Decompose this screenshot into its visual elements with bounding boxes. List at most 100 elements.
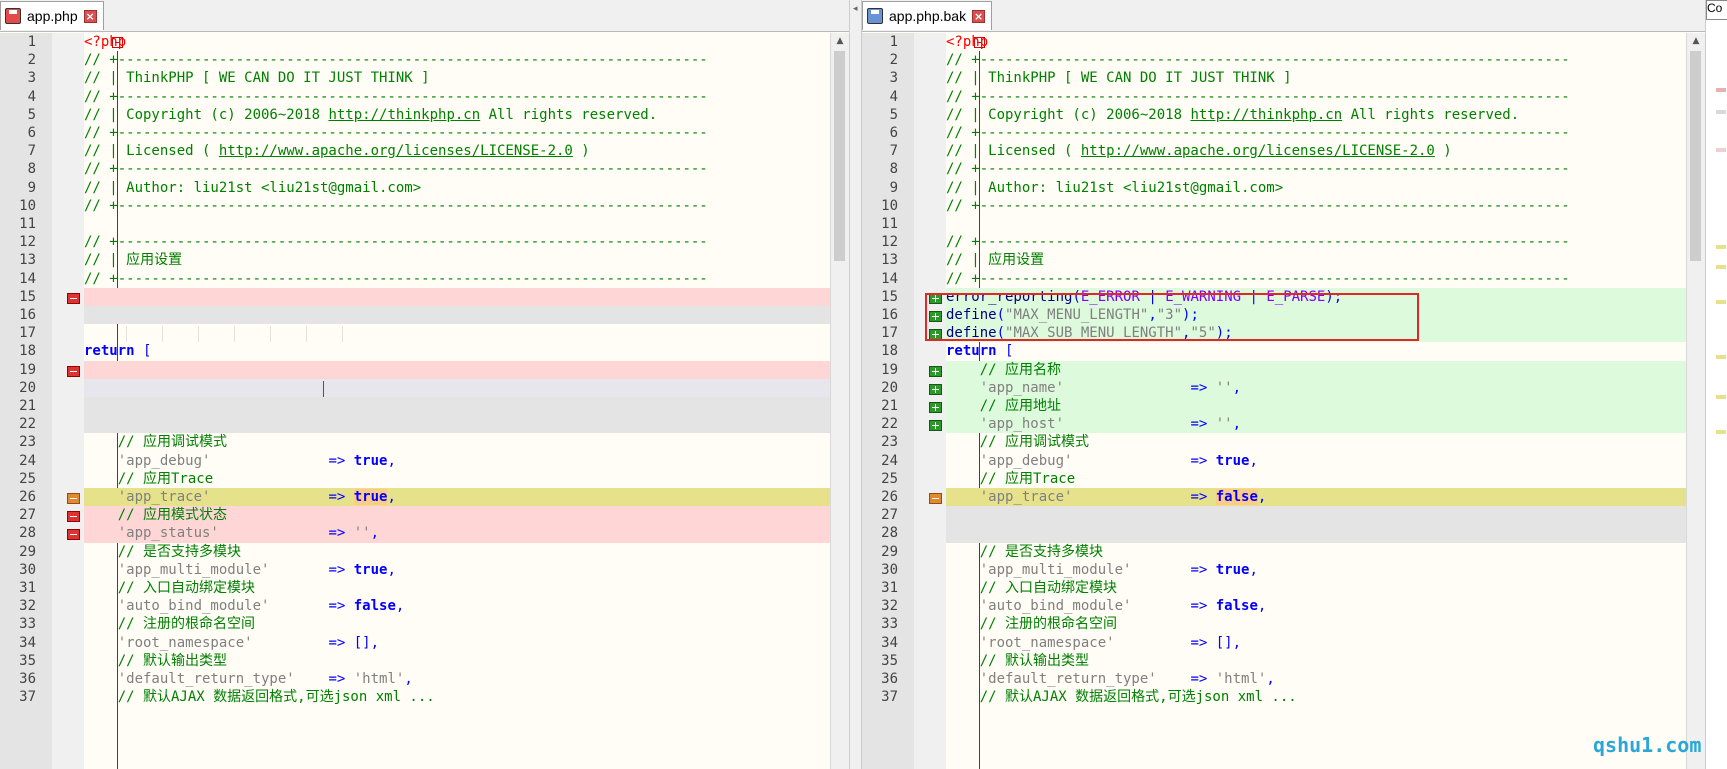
scroll-up-icon[interactable]: ▲ bbox=[831, 33, 849, 50]
code-line[interactable]: 17 bbox=[19, 324, 831, 343]
code-line[interactable]: 3 // | ThinkPHP [ WE CAN DO IT JUST THINK… bbox=[28, 69, 831, 87]
right-code-editor[interactable]: 1 <?php 2 // +-----------------------------… bbox=[862, 33, 1687, 769]
code-line[interactable]: 8 // +-----------------------------------… bbox=[28, 160, 831, 178]
code-token: return bbox=[84, 343, 135, 360]
tab-app-php-bak[interactable]: app.php.bak × bbox=[862, 1, 993, 30]
code-line[interactable]: 27 // 应用模式状态 bbox=[19, 506, 831, 525]
code-line[interactable]: 35 // 默认输出类型 bbox=[19, 652, 831, 670]
code-line[interactable]: 22 bbox=[19, 415, 831, 434]
code-line[interactable]: 25 // 应用Trace bbox=[881, 470, 1687, 488]
code-line[interactable]: 36 'default_return_type' => 'html', bbox=[19, 670, 831, 688]
saved-file-icon bbox=[867, 8, 883, 24]
code-line[interactable]: 9 // | Author: liu21st <liu21st@gmail.com… bbox=[28, 179, 831, 197]
code-line[interactable]: 23 // 应用调试模式 bbox=[881, 433, 1687, 451]
code-line[interactable]: 2 // +-----------------------------------… bbox=[28, 51, 831, 69]
code-line[interactable]: 18 return [ bbox=[19, 342, 831, 360]
code-line[interactable]: 33 // 注册的根命名空间 bbox=[881, 615, 1687, 633]
code-line[interactable]: 21 bbox=[19, 397, 831, 416]
code-line[interactable]: 15 bbox=[19, 287, 831, 306]
code-line[interactable]: 29 // 是否支持多模块 bbox=[881, 543, 1687, 561]
code-line[interactable]: 34 'root_namespace' => [], bbox=[881, 634, 1687, 652]
code-line[interactable]: 30 'app_multi_module' => true, bbox=[19, 561, 831, 579]
code-line[interactable]: 6 // +-----------------------------------… bbox=[28, 124, 831, 142]
code-line[interactable]: 29 // 是否支持多模块 bbox=[19, 543, 831, 561]
code-line[interactable]: 11 bbox=[19, 215, 831, 233]
line-removed-icon bbox=[67, 365, 80, 377]
scroll-up-icon[interactable]: ▲ bbox=[1687, 33, 1705, 50]
code-line[interactable]: 37 // 默认AJAX 数据返回格式,可选json xml ... bbox=[881, 688, 1687, 706]
code-line[interactable]: 20 'app_name' => '', bbox=[881, 378, 1687, 397]
code-line[interactable]: 26 'app_trace' => true, bbox=[19, 488, 831, 507]
code-line[interactable]: 35 // 默认输出类型 bbox=[881, 652, 1687, 670]
code-area[interactable]: 1 <?php 2 // +-----------------------------… bbox=[881, 33, 1687, 769]
code-line[interactable]: 36 'default_return_type' => 'html', bbox=[881, 670, 1687, 688]
code-line[interactable]: 10 // +----------------------------------… bbox=[881, 197, 1687, 215]
code-line[interactable]: 13 // | 应用设置 bbox=[881, 251, 1687, 269]
code-line[interactable]: 7 // | Licensed ( http://www.apache.org/l… bbox=[890, 142, 1687, 160]
code-line[interactable]: 1 <?php bbox=[28, 33, 831, 51]
code-line[interactable]: 12 // +----------------------------------… bbox=[881, 233, 1687, 251]
code-line[interactable]: 14 // +----------------------------------… bbox=[19, 270, 831, 288]
code-line[interactable]: 31 // 入口自动绑定模块 bbox=[19, 579, 831, 597]
code-line[interactable]: 32 'auto_bind_module' => false, bbox=[881, 597, 1687, 615]
code-line[interactable]: 30 'app_multi_module' => true, bbox=[881, 561, 1687, 579]
code-line[interactable]: 13 // | 应用设置 bbox=[19, 251, 831, 269]
code-line[interactable]: 11 bbox=[881, 215, 1687, 233]
code-line[interactable]: 25 // 应用Trace bbox=[19, 470, 831, 488]
code-line[interactable]: 14 // +----------------------------------… bbox=[881, 270, 1687, 288]
code-line[interactable]: 18 return [ bbox=[881, 342, 1687, 360]
code-token: , bbox=[370, 525, 380, 542]
code-line[interactable]: 19 bbox=[19, 360, 831, 379]
code-token: // | 应用设置 bbox=[84, 252, 183, 269]
left-code-editor[interactable]: 1 <?php 2 // +-----------------------------… bbox=[0, 33, 831, 769]
code-line[interactable]: 28 'app_status' => '', bbox=[19, 524, 831, 543]
line-number: 28 bbox=[881, 525, 898, 542]
code-line[interactable]: 4 // +-----------------------------------… bbox=[890, 88, 1687, 106]
code-line[interactable]: 23 // 应用调试模式 bbox=[19, 433, 831, 451]
code-line[interactable]: 22 'app_host' => '', bbox=[881, 415, 1687, 434]
left-tab-bar: app.php × bbox=[0, 0, 849, 32]
code-line[interactable]: 21 // 应用地址 bbox=[881, 397, 1687, 416]
close-tab-icon[interactable]: × bbox=[83, 9, 97, 23]
code-line[interactable]: 10 // +----------------------------------… bbox=[19, 197, 831, 215]
code-line[interactable]: 32 'auto_bind_module' => false, bbox=[19, 597, 831, 615]
code-line[interactable]: 4 // +-----------------------------------… bbox=[28, 88, 831, 106]
code-line[interactable]: 7 // | Licensed ( http://www.apache.org/l… bbox=[28, 142, 831, 160]
code-line[interactable]: 2 // +-----------------------------------… bbox=[890, 51, 1687, 69]
code-line[interactable]: 24 'app_debug' => true, bbox=[19, 452, 831, 470]
code-line[interactable]: 37 // 默认AJAX 数据返回格式,可选json xml ... bbox=[19, 688, 831, 706]
code-line[interactable]: 19 // 应用名称 bbox=[881, 360, 1687, 379]
code-line[interactable]: 3 // | ThinkPHP [ WE CAN DO IT JUST THINK… bbox=[890, 69, 1687, 87]
code-line[interactable]: 26 'app_trace' => false, bbox=[881, 488, 1687, 507]
code-line[interactable]: 9 // | Author: liu21st <liu21st@gmail.com… bbox=[890, 179, 1687, 197]
code-text: 'app_debug' => true, bbox=[946, 452, 1258, 470]
document-map[interactable]: Co bbox=[1705, 0, 1727, 769]
code-line[interactable]: 33 // 注册的根命名空间 bbox=[19, 615, 831, 633]
document-map-tab[interactable]: Co bbox=[1706, 0, 1727, 20]
code-line[interactable]: 24 'app_debug' => true, bbox=[881, 452, 1687, 470]
code-line[interactable]: 6 // +-----------------------------------… bbox=[890, 124, 1687, 142]
code-line[interactable]: 34 'root_namespace' => [], bbox=[19, 634, 831, 652]
code-line[interactable]: 20 bbox=[19, 378, 831, 399]
pane-splitter[interactable]: ◂ bbox=[849, 0, 862, 769]
code-token: 'app_multi_module' bbox=[946, 561, 1132, 578]
code-line[interactable]: 31 // 入口自动绑定模块 bbox=[881, 579, 1687, 597]
code-line[interactable]: 27 bbox=[881, 506, 1687, 525]
close-tab-icon[interactable]: × bbox=[972, 9, 986, 23]
code-area[interactable]: 1 <?php 2 // +-----------------------------… bbox=[19, 33, 831, 769]
code-token: // 应用地址 bbox=[946, 398, 1062, 414]
scroll-thumb[interactable] bbox=[834, 51, 845, 261]
scroll-thumb[interactable] bbox=[1690, 51, 1701, 261]
code-line[interactable]: 28 bbox=[881, 524, 1687, 543]
code-line[interactable]: 5 // | Copyright (c) 2006~2018 http://thi… bbox=[890, 106, 1687, 124]
code-line[interactable]: 5 // | Copyright (c) 2006~2018 http://thi… bbox=[28, 106, 831, 124]
code-line[interactable]: 12 // +----------------------------------… bbox=[19, 233, 831, 251]
tab-app-php[interactable]: app.php × bbox=[0, 1, 104, 30]
code-line[interactable]: 8 // +-----------------------------------… bbox=[890, 160, 1687, 178]
code-line[interactable]: 1 <?php bbox=[890, 33, 1687, 51]
code-line[interactable]: 16 bbox=[19, 306, 831, 325]
code-token: 'app_trace' bbox=[946, 489, 1073, 505]
code-text: 'app_trace' => true, bbox=[84, 488, 396, 506]
right-vertical-scrollbar[interactable]: ▲ bbox=[1686, 33, 1705, 769]
left-vertical-scrollbar[interactable]: ▲ bbox=[830, 33, 849, 769]
